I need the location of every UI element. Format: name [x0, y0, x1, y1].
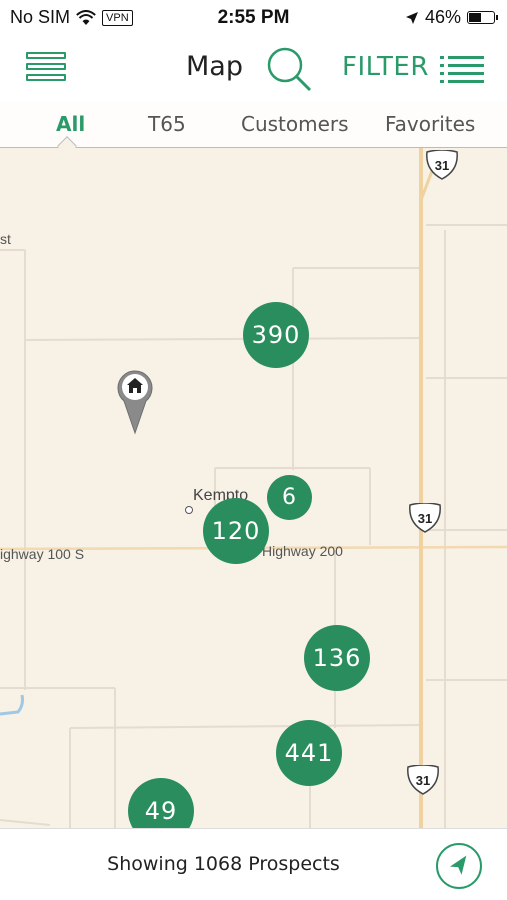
map-label-st: st: [0, 231, 11, 247]
hamburger-icon[interactable]: [26, 52, 66, 86]
svg-text:31: 31: [418, 511, 432, 526]
route-shield-31: 31: [407, 765, 439, 795]
tab-t65[interactable]: T65: [148, 112, 186, 136]
prospect-count-label: Showing 1068 Prospects: [107, 853, 340, 875]
prospect-cluster[interactable]: 6: [267, 475, 312, 520]
map-label-highway-200: Highway 200: [262, 543, 343, 559]
list-icon[interactable]: [440, 54, 484, 84]
home-pin-icon[interactable]: [116, 369, 154, 435]
filter-button[interactable]: FILTER: [342, 52, 429, 82]
segment-tabs: All T65 Customers Favorites: [0, 102, 507, 156]
nav-bar: Map FILTER: [0, 36, 507, 102]
route-shield-31: 31: [426, 150, 458, 180]
tab-all[interactable]: All: [56, 112, 85, 136]
tab-customers[interactable]: Customers: [241, 112, 349, 136]
svg-text:31: 31: [435, 158, 449, 173]
bottom-bar: Showing 1068 Prospects: [0, 828, 507, 900]
search-icon[interactable]: [265, 46, 313, 92]
town-dot: [185, 506, 193, 514]
battery-icon: [467, 11, 498, 24]
prospect-cluster[interactable]: 136: [304, 625, 370, 691]
tab-favorites[interactable]: Favorites: [385, 112, 475, 136]
map-label-highway-100: ighway 100 S: [0, 546, 85, 562]
route-shield-31: 31: [409, 503, 441, 533]
current-location-button[interactable]: [436, 843, 482, 889]
prospect-cluster[interactable]: 120: [203, 498, 269, 564]
battery-percent: 46%: [424, 7, 461, 27]
prospect-cluster[interactable]: 390: [243, 302, 309, 368]
status-bar: No SIM VPN 2:55 PM 46%: [0, 0, 507, 36]
page-title: Map: [186, 51, 243, 82]
prospect-cluster[interactable]: 441: [276, 720, 342, 786]
svg-text:31: 31: [416, 773, 430, 788]
location-services-icon: [405, 11, 418, 24]
location-arrow-icon: [449, 855, 467, 875]
